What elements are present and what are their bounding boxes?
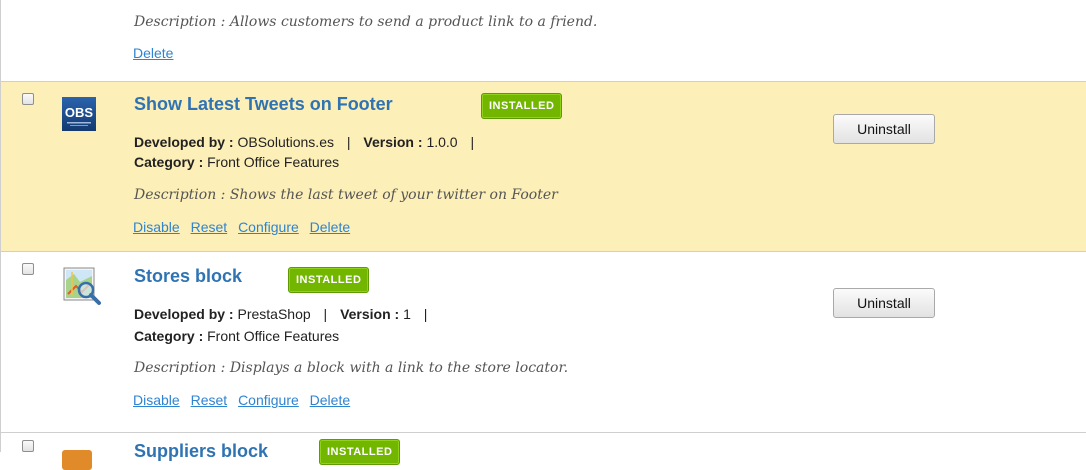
separator: | bbox=[470, 134, 475, 150]
delete-link[interactable]: Delete bbox=[310, 219, 350, 235]
separator: | bbox=[423, 306, 428, 322]
module-list: Description : Allows customers to send a… bbox=[0, 0, 1086, 470]
developed-by-label: Developed by : bbox=[134, 306, 234, 322]
logo-text: OBS bbox=[65, 105, 94, 120]
module-actions: Disable Reset Configure Delete bbox=[133, 219, 357, 235]
module-row-show-latest-tweets: OBS Show Latest Tweets on Footer INSTALL… bbox=[1, 82, 1086, 252]
module-name[interactable]: Show Latest Tweets on Footer bbox=[134, 94, 393, 115]
delete-link[interactable]: Delete bbox=[310, 392, 350, 408]
separator: | bbox=[346, 134, 351, 150]
module-row-stores-block: Stores block INSTALLED Developed by : Pr… bbox=[1, 252, 1086, 433]
category-value: Front Office Features bbox=[207, 328, 340, 344]
map-magnifier-icon bbox=[62, 266, 101, 305]
module-row: Description : Allows customers to send a… bbox=[1, 0, 1086, 82]
reset-link[interactable]: Reset bbox=[191, 392, 228, 408]
module-select-checkbox[interactable] bbox=[22, 263, 34, 275]
category-label: Category : bbox=[134, 328, 204, 344]
uninstall-button[interactable]: Uninstall bbox=[833, 114, 935, 144]
module-description: Description : Shows the last tweet of yo… bbox=[134, 187, 558, 203]
obs-logo: OBS bbox=[62, 97, 96, 131]
disable-link[interactable]: Disable bbox=[133, 392, 180, 408]
reset-link[interactable]: Reset bbox=[191, 219, 228, 235]
developer-name: PrestaShop bbox=[237, 306, 311, 322]
module-select-checkbox[interactable] bbox=[22, 93, 34, 105]
module-category-line: Category : Front Office Features bbox=[134, 328, 339, 344]
separator: | bbox=[323, 306, 328, 322]
installed-badge: INSTALLED bbox=[319, 439, 401, 465]
category-value: Front Office Features bbox=[207, 154, 340, 170]
module-row-suppliers-block: Suppliers block INSTALLED bbox=[1, 433, 1086, 470]
installed-badge: INSTALLED bbox=[481, 93, 563, 119]
disable-link[interactable]: Disable bbox=[133, 219, 180, 235]
module-actions: Disable Reset Configure Delete bbox=[133, 392, 357, 408]
version-label: Version : bbox=[340, 306, 400, 322]
version-value: 1 bbox=[403, 306, 411, 322]
module-meta-line: Developed by : OBSolutions.es | Version … bbox=[134, 134, 483, 150]
category-label: Category : bbox=[134, 154, 204, 170]
module-actions: Delete bbox=[133, 45, 180, 61]
suppliers-block-icon bbox=[62, 450, 92, 470]
installed-badge: INSTALLED bbox=[288, 267, 370, 293]
version-label: Version : bbox=[363, 134, 423, 150]
uninstall-button[interactable]: Uninstall bbox=[833, 288, 935, 318]
module-description: Description : Allows customers to send a… bbox=[134, 14, 598, 30]
module-meta-line: Developed by : PrestaShop | Version : 1 … bbox=[134, 306, 436, 322]
module-category-line: Category : Front Office Features bbox=[134, 154, 339, 170]
developer-name: OBSolutions.es bbox=[237, 134, 334, 150]
module-name[interactable]: Stores block bbox=[134, 266, 242, 287]
delete-link[interactable]: Delete bbox=[133, 45, 173, 61]
developed-by-label: Developed by : bbox=[134, 134, 234, 150]
configure-link[interactable]: Configure bbox=[238, 392, 299, 408]
module-select-checkbox[interactable] bbox=[22, 440, 34, 452]
version-value: 1.0.0 bbox=[426, 134, 458, 150]
configure-link[interactable]: Configure bbox=[238, 219, 299, 235]
module-description: Description : Displays a block with a li… bbox=[134, 360, 569, 376]
